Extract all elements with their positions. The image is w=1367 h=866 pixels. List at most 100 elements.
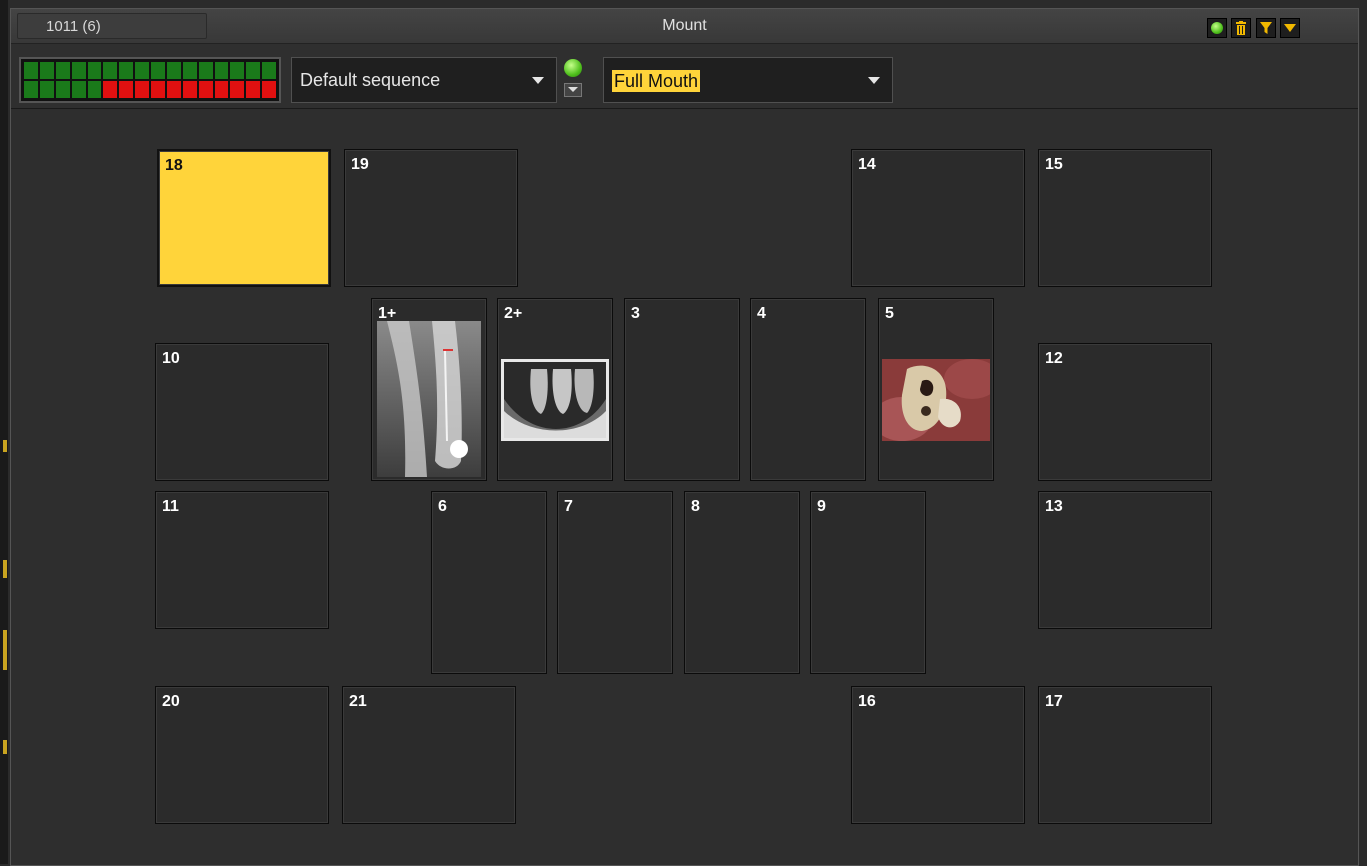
progress-cell	[24, 81, 38, 98]
progress-cell	[246, 81, 261, 98]
slot-number: 8	[691, 498, 700, 515]
mount-slot-15[interactable]: 15	[1038, 149, 1212, 287]
trash-icon	[1236, 21, 1246, 35]
chevron-down-icon[interactable]	[564, 83, 582, 97]
progress-cell	[246, 62, 261, 79]
mount-slot-18[interactable]: 18	[157, 149, 331, 287]
slot-number: 14	[858, 156, 876, 173]
progress-cell	[71, 81, 86, 98]
mount-slot-13[interactable]: 13	[1038, 491, 1212, 629]
edge-mark	[3, 440, 7, 452]
slot-number: 5	[885, 305, 894, 322]
filter-button[interactable]	[1256, 18, 1276, 38]
progress-cell	[24, 62, 38, 79]
progress-cell	[135, 81, 149, 98]
mount-area: 18 19 14 15 1+ 2+ 3 4 5 10 12 11 6 7 8 9…	[11, 109, 1358, 865]
title-bar: 1011 (6) Mount	[11, 9, 1358, 44]
progress-cell	[103, 81, 118, 98]
mount-slot-9[interactable]: 9	[810, 491, 926, 674]
progress-cell	[71, 62, 86, 79]
mount-slot-10[interactable]: 10	[155, 343, 329, 481]
mount-slot-16[interactable]: 16	[851, 686, 1025, 824]
progress-cell	[87, 81, 102, 98]
menu-dropdown-button[interactable]	[1280, 18, 1300, 38]
progress-cell	[166, 81, 181, 98]
slot-number: 20	[162, 693, 180, 710]
mount-slot-6[interactable]: 6	[431, 491, 547, 674]
mount-slot-2[interactable]: 2+	[497, 298, 613, 481]
mount-window: 1011 (6) Mount Default sequence Full Mou…	[10, 8, 1359, 866]
slot-number: 3	[631, 305, 640, 322]
progress-cell	[230, 81, 245, 98]
progress-cell	[151, 81, 165, 98]
progress-cell	[198, 81, 213, 98]
progress-cell	[135, 62, 149, 79]
mount-slot-5[interactable]: 5	[878, 298, 994, 481]
slot-number: 18	[165, 157, 183, 174]
mount-slot-1[interactable]: 1+	[371, 298, 487, 481]
slot-number: 13	[1045, 498, 1063, 515]
chevron-down-icon	[868, 77, 880, 84]
mount-slot-12[interactable]: 12	[1038, 343, 1212, 481]
progress-cell	[39, 81, 54, 98]
slot-number: 6	[438, 498, 447, 515]
progress-cell	[214, 62, 229, 79]
status-light-icon	[1211, 22, 1223, 34]
slot-number: 4	[757, 305, 766, 322]
sequence-dropdown-value: Default sequence	[300, 70, 441, 90]
edge-mark	[3, 630, 7, 670]
mount-template-dropdown[interactable]: Full Mouth	[603, 57, 893, 103]
left-edge-strip	[0, 0, 8, 864]
chevron-down-icon	[532, 77, 544, 84]
progress-cell	[119, 62, 134, 79]
mount-template-value: Full Mouth	[612, 70, 701, 93]
progress-cell	[103, 62, 118, 79]
progress-cell	[182, 81, 197, 98]
progress-cell	[151, 62, 165, 79]
record-id-field[interactable]: 1011 (6)	[17, 13, 207, 39]
intraoral-photo-image[interactable]	[882, 359, 990, 441]
progress-cell	[55, 62, 70, 79]
sequence-toggle[interactable]	[561, 57, 585, 103]
slot-number: 19	[351, 156, 369, 173]
progress-cell	[182, 62, 197, 79]
mount-slot-11[interactable]: 11	[155, 491, 329, 629]
progress-cell	[55, 81, 70, 98]
chevron-down-icon	[1284, 24, 1296, 32]
mount-slot-14[interactable]: 14	[851, 149, 1025, 287]
progress-cell	[230, 62, 245, 79]
window-title: Mount	[662, 17, 707, 34]
mount-slot-7[interactable]: 7	[557, 491, 673, 674]
mount-slot-8[interactable]: 8	[684, 491, 800, 674]
mount-slot-19[interactable]: 19	[344, 149, 518, 287]
sequence-dropdown[interactable]: Default sequence	[291, 57, 557, 103]
bitewing-xray-image[interactable]	[501, 359, 609, 441]
trash-button[interactable]	[1231, 18, 1251, 38]
slot-number: 10	[162, 350, 180, 367]
mount-slot-20[interactable]: 20	[155, 686, 329, 824]
slot-number: 9	[817, 498, 826, 515]
status-light-icon	[564, 59, 582, 77]
slot-number: 21	[349, 693, 367, 710]
progress-cell	[198, 62, 213, 79]
slot-number: 16	[858, 693, 876, 710]
periapical-xray-image[interactable]	[377, 321, 481, 477]
slot-number: 11	[162, 498, 179, 515]
filter-icon	[1260, 22, 1272, 34]
mount-slot-4[interactable]: 4	[750, 298, 866, 481]
mount-slot-3[interactable]: 3	[624, 298, 740, 481]
progress-cell	[214, 81, 229, 98]
slot-number: 15	[1045, 156, 1063, 173]
progress-cell	[39, 62, 54, 79]
status-light-button[interactable]	[1207, 18, 1227, 38]
toolbar: Default sequence Full Mouth	[11, 44, 1358, 109]
slot-number: 17	[1045, 693, 1063, 710]
mount-slot-17[interactable]: 17	[1038, 686, 1212, 824]
progress-cell	[87, 62, 102, 79]
edge-mark	[3, 560, 7, 578]
progress-cell	[262, 81, 276, 98]
slot-number: 2+	[504, 305, 523, 322]
progress-cell	[119, 81, 134, 98]
mount-slot-21[interactable]: 21	[342, 686, 516, 824]
progress-cell	[166, 62, 181, 79]
